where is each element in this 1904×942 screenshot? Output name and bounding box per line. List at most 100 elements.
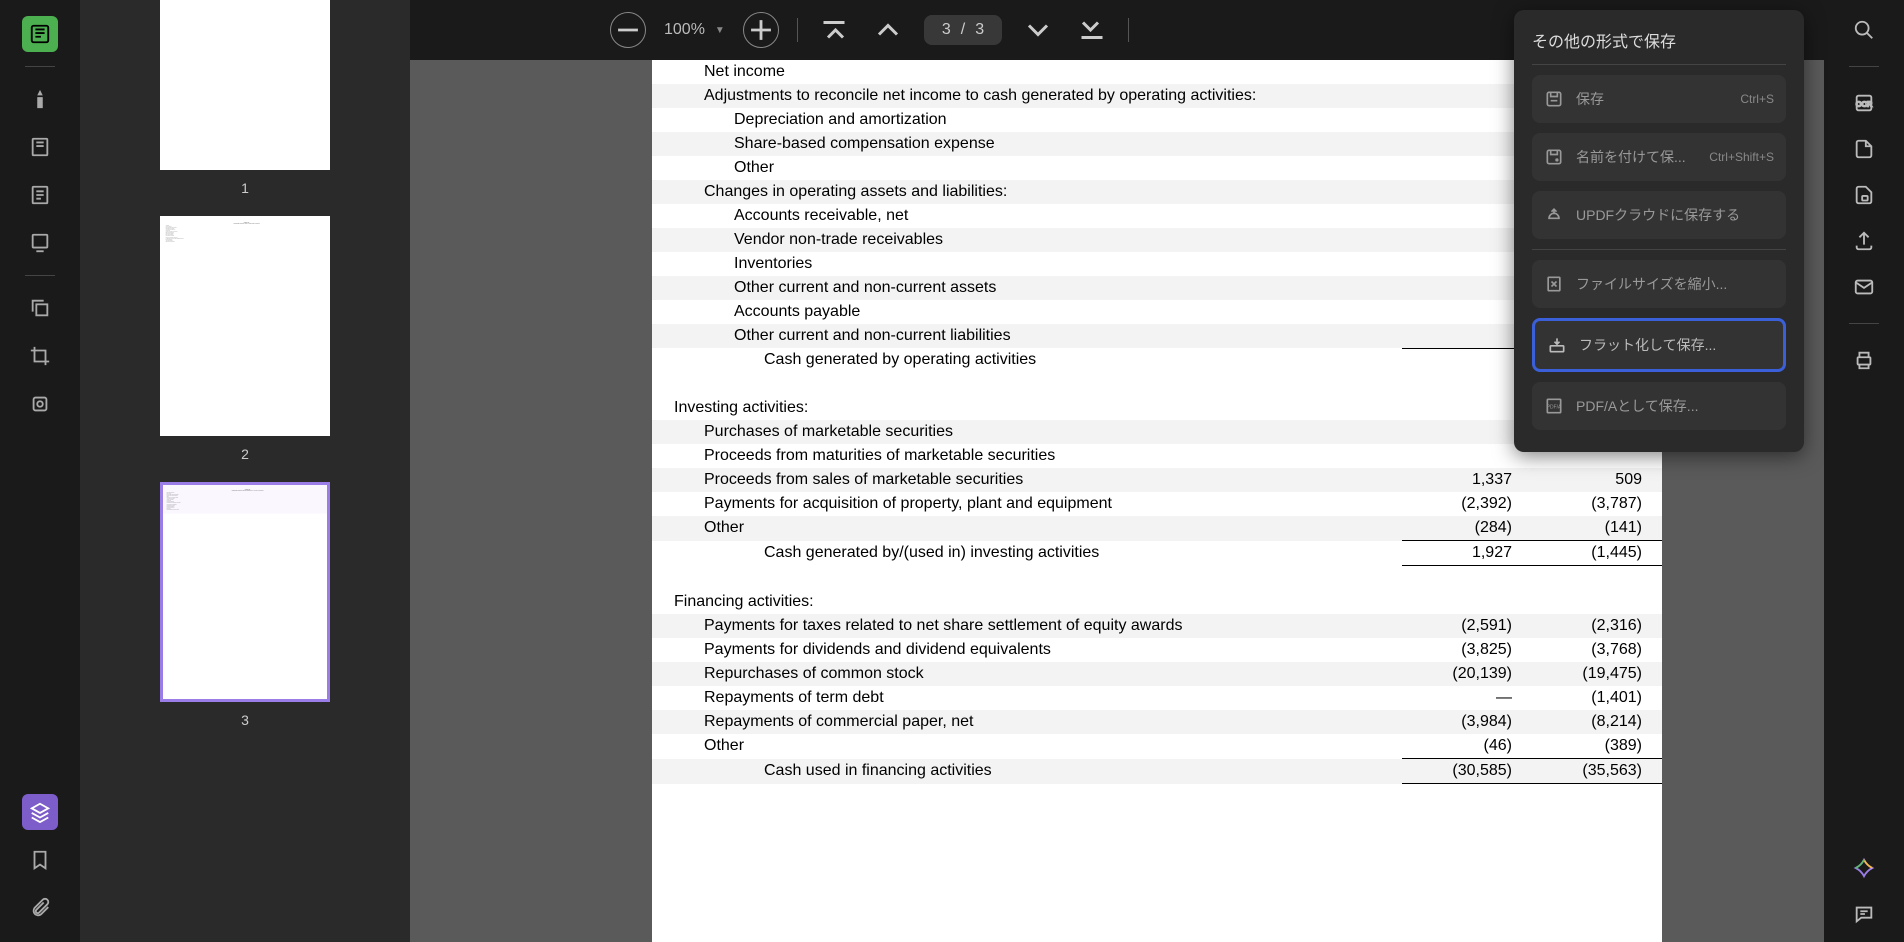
row-label: Cash generated by operating activities <box>652 348 1402 372</box>
row-label: Other <box>652 734 1402 759</box>
zoom-level-text: 100% <box>664 21 705 39</box>
save-option[interactable]: フラット化して保存... <box>1532 318 1786 372</box>
toolbar-separator <box>1128 18 1129 42</box>
row-value-2: (8,214) <box>1532 710 1662 734</box>
row-value-1 <box>1402 590 1532 614</box>
ocr-icon[interactable]: OCR <box>1846 85 1882 121</box>
last-page-button[interactable] <box>1074 12 1110 48</box>
svg-text:OCR: OCR <box>1856 100 1872 109</box>
table-row: Purchases of marketable securities <box>652 420 1662 444</box>
page-indicator[interactable]: 3 / 3 <box>924 15 1002 45</box>
toolbar-separator <box>797 18 798 42</box>
table-row <box>652 784 1662 809</box>
row-value-1 <box>1402 60 1532 84</box>
save-panel-title: その他の形式で保存 <box>1532 28 1786 65</box>
save-option[interactable]: UPDFクラウドに保存する <box>1532 191 1786 239</box>
total-pages: 3 <box>975 21 984 39</box>
thumbnail-label: 1 <box>241 180 249 196</box>
row-value-2: (1,445) <box>1532 541 1662 566</box>
divider <box>25 275 55 276</box>
attachment-icon[interactable] <box>22 890 58 926</box>
first-page-button[interactable] <box>816 12 852 48</box>
row-value-1 <box>1402 420 1532 444</box>
row-value-1 <box>1402 252 1532 276</box>
current-page: 3 <box>942 21 951 39</box>
row-value-2: (389) <box>1532 734 1662 759</box>
divider <box>1849 323 1879 324</box>
row-value-1 <box>1402 84 1532 108</box>
table-row: Repurchases of common stock(20,139)(19,4… <box>652 662 1662 686</box>
svg-text:PDF/A: PDF/A <box>1547 405 1562 411</box>
page-icon[interactable] <box>22 177 58 213</box>
search-icon[interactable] <box>1846 12 1882 48</box>
thumbnail-1[interactable]: Apple Inc. Total revenueCost of salesGro… <box>160 0 330 170</box>
row-label: Changes in operating assets and liabilit… <box>652 180 1402 204</box>
bookmark-icon[interactable] <box>22 842 58 878</box>
row-label: Net income <box>652 60 1402 84</box>
table-row: Accounts payable <box>652 300 1662 324</box>
table-row: Share-based compensation expense <box>652 132 1662 156</box>
table-row <box>652 372 1662 396</box>
edit-icon[interactable] <box>22 129 58 165</box>
table-row: Proceeds from maturities of marketable s… <box>652 444 1662 468</box>
row-label: Payments for dividends and dividend equi… <box>652 638 1402 662</box>
thumbnail-3[interactable]: Apple Inc. CONDENSED CONSOLIDATED STATEM… <box>160 482 330 702</box>
row-value-1: (3,825) <box>1402 638 1532 662</box>
row-value-1 <box>1402 348 1532 372</box>
document-icon[interactable] <box>1846 131 1882 167</box>
left-sidebar <box>0 0 80 942</box>
row-label: Cash generated by/(used in) investing ac… <box>652 541 1402 566</box>
lock-document-icon[interactable] <box>1846 177 1882 213</box>
highlight-icon[interactable] <box>22 81 58 117</box>
save-option[interactable]: ファイルサイズを縮小... <box>1532 260 1786 308</box>
layers-icon[interactable] <box>22 794 58 830</box>
save-as-panel: その他の形式で保存 保存Ctrl+S 名前を付けて保...Ctrl+Shift+S… <box>1514 10 1804 452</box>
row-value-2: 509 <box>1532 468 1662 492</box>
form-icon[interactable] <box>22 225 58 261</box>
export-icon[interactable] <box>1846 223 1882 259</box>
financial-table: Net incomeAdjustments to reconcile net i… <box>652 60 1662 808</box>
reader-mode-icon[interactable] <box>22 16 58 52</box>
table-row: Cash generated by/(used in) investing ac… <box>652 541 1662 566</box>
row-label: Other current and non-current liabilitie… <box>652 324 1402 348</box>
row-value-1: (30,585) <box>1402 759 1532 784</box>
crop-icon[interactable] <box>22 338 58 374</box>
save-option[interactable]: 名前を付けて保...Ctrl+Shift+S <box>1532 133 1786 181</box>
zoom-out-button[interactable] <box>610 12 646 48</box>
print-icon[interactable] <box>1846 342 1882 378</box>
row-value-2: (35,563) <box>1532 759 1662 784</box>
stamp-icon[interactable] <box>22 386 58 422</box>
row-label: Payments for acquisition of property, pl… <box>652 492 1402 516</box>
zoom-in-button[interactable] <box>743 12 779 48</box>
row-value-1: 1,337 <box>1402 468 1532 492</box>
row-value-2: (19,475) <box>1532 662 1662 686</box>
thumbnail-2[interactable]: Apple Inc. CONDENSED CONSOLIDATED BALANC… <box>160 216 330 436</box>
save-option[interactable]: PDF/APDF/Aとして保存... <box>1532 382 1786 430</box>
table-row: Repayments of term debt—(1,401) <box>652 686 1662 710</box>
next-page-button[interactable] <box>1020 12 1056 48</box>
save-option-label: フラット化して保存... <box>1579 335 1716 355</box>
row-label: Financing activities: <box>652 590 1402 614</box>
row-label: Payments for taxes related to net share … <box>652 614 1402 638</box>
zoom-level-dropdown[interactable]: 100% ▼ <box>664 21 725 39</box>
row-value-1: (2,591) <box>1402 614 1532 638</box>
row-value-1 <box>1402 204 1532 228</box>
row-label: Other <box>652 156 1402 180</box>
row-value-2: (3,787) <box>1532 492 1662 516</box>
ai-assistant-icon[interactable] <box>1846 850 1882 886</box>
thumbnail-panel: Apple Inc. Total revenueCost of salesGro… <box>80 0 410 942</box>
mail-icon[interactable] <box>1846 269 1882 305</box>
table-row: Adjustments to reconcile net income to c… <box>652 84 1662 108</box>
save-option-label: ファイルサイズを縮小... <box>1576 274 1727 294</box>
divider <box>1849 66 1879 67</box>
row-label: Investing activities: <box>652 396 1402 420</box>
table-row: Repayments of commercial paper, net(3,98… <box>652 710 1662 734</box>
table-row <box>652 566 1662 591</box>
row-label: Purchases of marketable securities <box>652 420 1402 444</box>
row-label: Inventories <box>652 252 1402 276</box>
save-option[interactable]: 保存Ctrl+S <box>1532 75 1786 123</box>
thumbnail-label: 3 <box>241 712 249 728</box>
prev-page-button[interactable] <box>870 12 906 48</box>
comment-icon[interactable] <box>1846 896 1882 932</box>
copy-icon[interactable] <box>22 290 58 326</box>
